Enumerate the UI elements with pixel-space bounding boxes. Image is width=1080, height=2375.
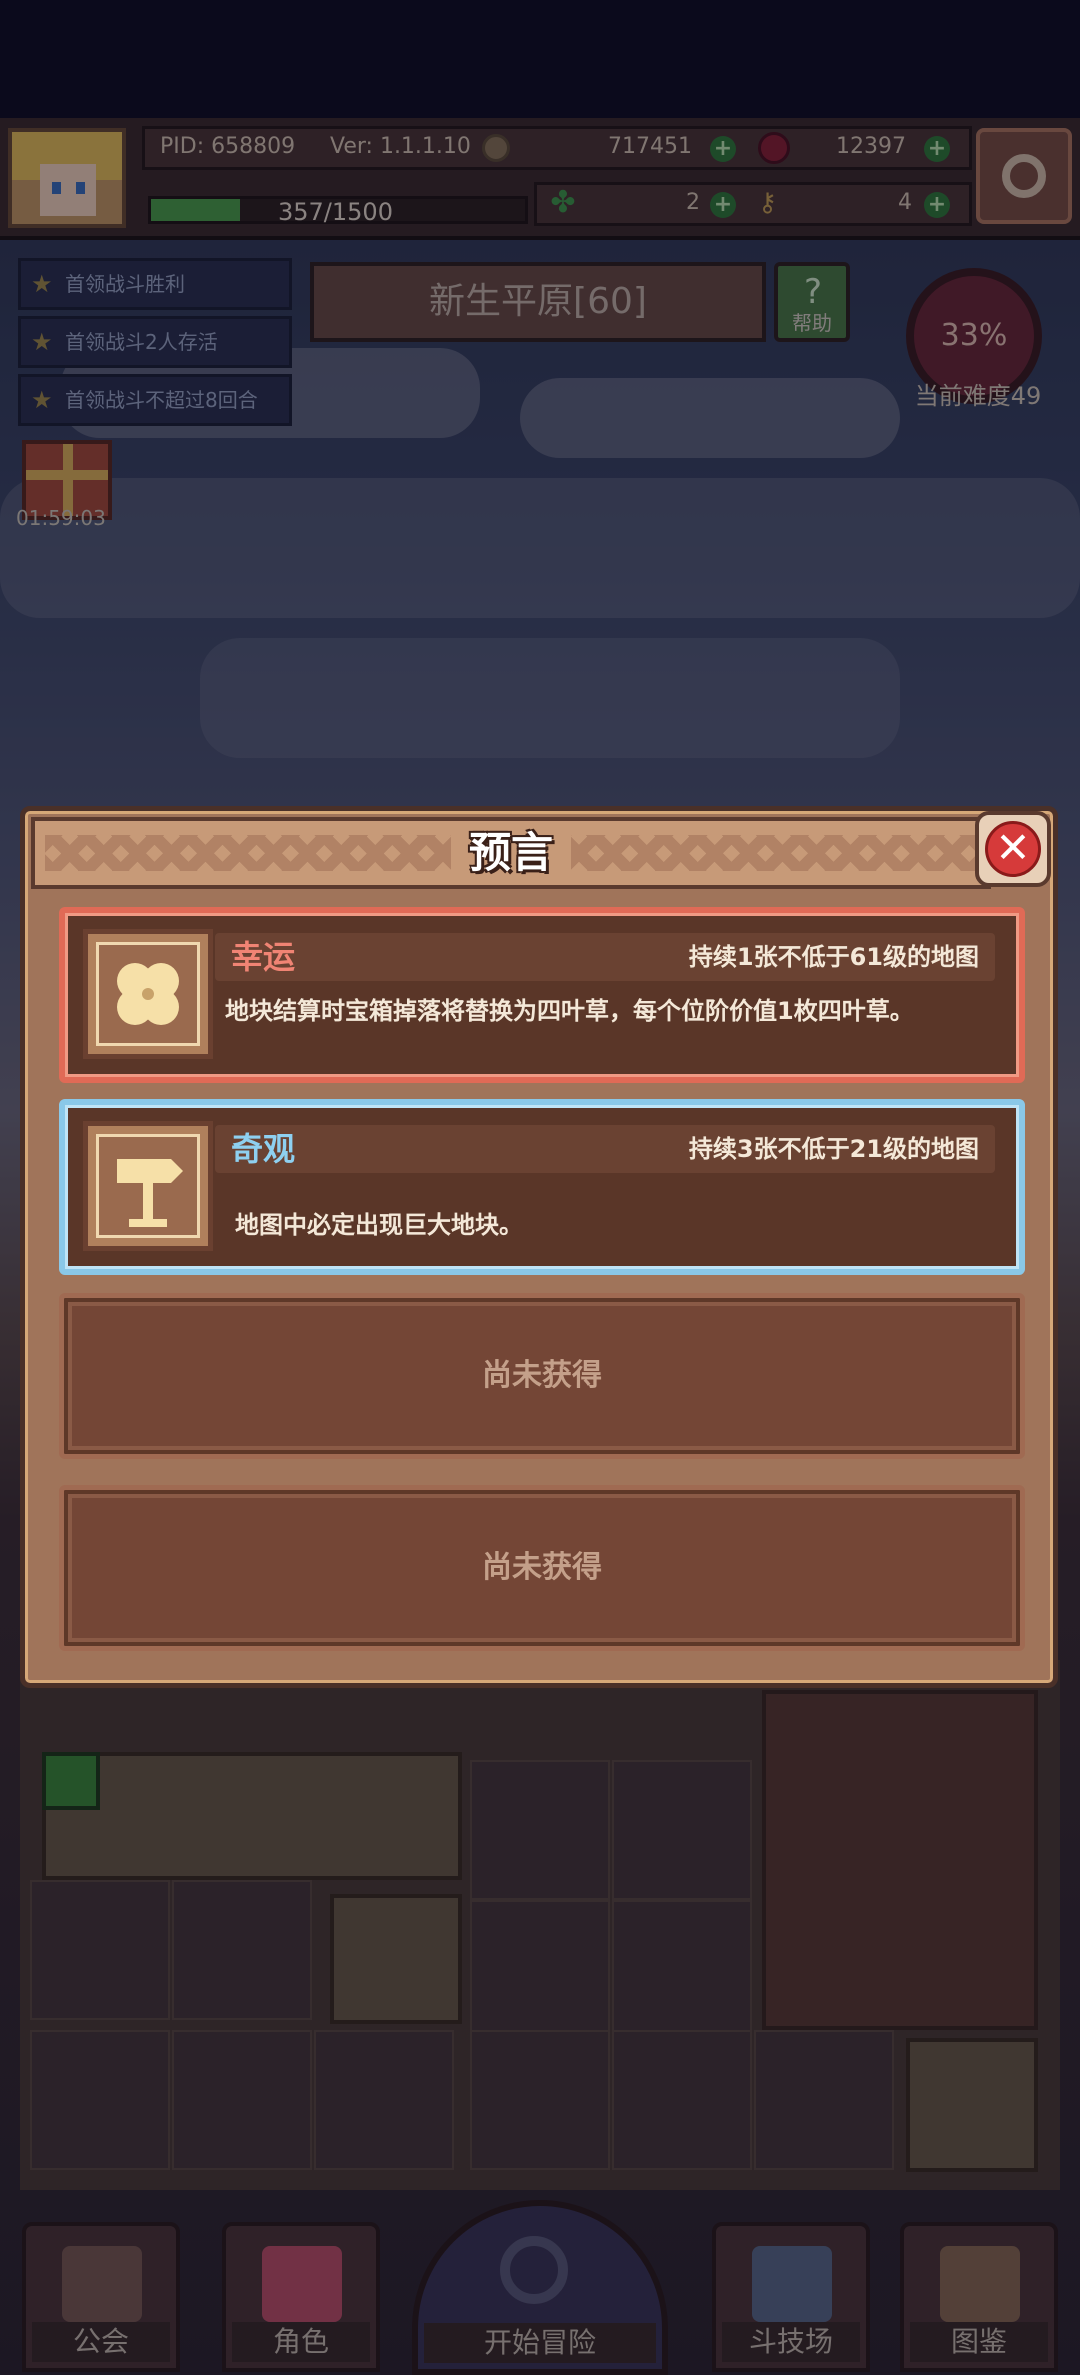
empty-slot-label: 尚未获得 xyxy=(482,1550,602,1585)
signpost-icon xyxy=(117,1159,183,1227)
four-leaf-clover-icon xyxy=(117,963,179,1025)
prophecy-card-luck[interactable]: 幸运 持续1张不低于61级的地图 地块结算时宝箱掉落将替换为四叶草，每个位阶价值… xyxy=(59,907,1025,1083)
card-description: 地图中必定出现巨大地块。 xyxy=(235,1211,523,1239)
card-icon-frame xyxy=(83,1121,213,1251)
dialog-title: 预言 xyxy=(450,828,571,877)
card-icon-frame xyxy=(83,929,213,1059)
card-description: 地块结算时宝箱掉落将替换为四叶草，每个位阶价值1枚四叶草。 xyxy=(225,997,914,1025)
empty-prophecy-slot: 尚未获得 xyxy=(59,1485,1025,1651)
card-duration: 持续1张不低于61级的地图 xyxy=(688,943,979,971)
card-name: 奇观 xyxy=(231,1130,296,1168)
prophecy-dialog: 预言 ✕ 幸运 持续1张不低于61级的地图 地块结算时宝箱掉落将替换为四叶草，每… xyxy=(20,806,1058,1688)
prophecy-card-wonder[interactable]: 奇观 持续3张不低于21级的地图 地图中必定出现巨大地块。 xyxy=(59,1099,1025,1275)
empty-prophecy-slot: 尚未获得 xyxy=(59,1293,1025,1459)
empty-slot-label: 尚未获得 xyxy=(482,1358,602,1393)
close-icon: ✕ xyxy=(985,821,1041,877)
card-duration: 持续3张不低于21级的地图 xyxy=(688,1135,979,1163)
close-button[interactable]: ✕ xyxy=(975,811,1051,887)
status-bar xyxy=(0,0,1080,118)
dialog-header: 预言 xyxy=(31,817,991,889)
card-name: 幸运 xyxy=(231,938,296,976)
